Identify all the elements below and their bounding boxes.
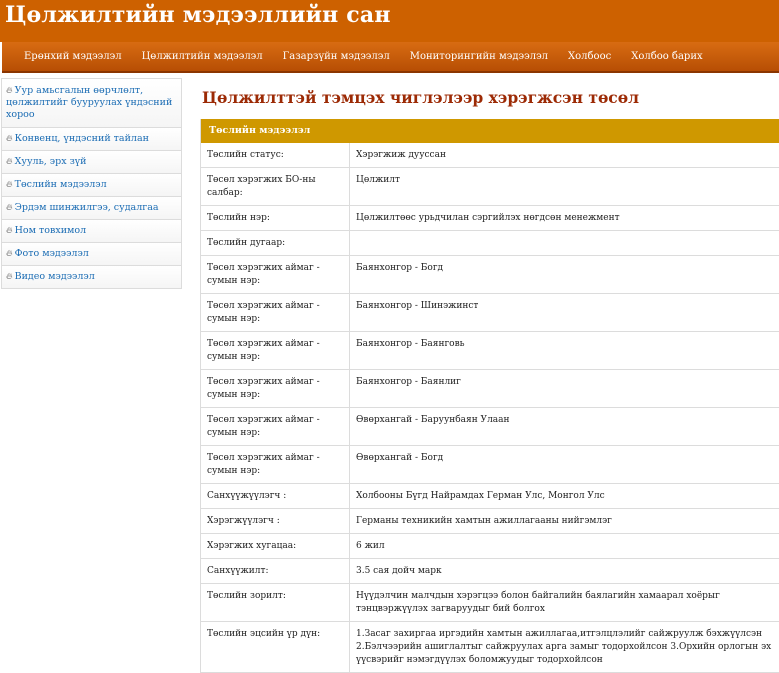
table-row: Төслийн зорилт: Нүүдэлчин малчдын хэрэгц… bbox=[201, 584, 779, 622]
nav-item-geography[interactable]: Газарзүйн мэдээлэл bbox=[273, 51, 400, 62]
row-value: Холбооны Бүгд Найрамдах Герман Улс, Монг… bbox=[350, 484, 779, 509]
row-label: Төслийн нэр: bbox=[201, 206, 350, 231]
row-label: Хэрэгжих хугацаа: bbox=[201, 534, 350, 559]
flame-icon: 🔥︎ bbox=[6, 134, 13, 144]
row-label: Төслийн дугаар: bbox=[201, 231, 350, 256]
row-value: Баянхонгор - Шинэжинст bbox=[350, 294, 779, 332]
table-row: Төсөл хэрэгжих БО-ны салбар: Цөлжилт bbox=[201, 168, 779, 206]
row-value: Өвөрхангай - Баруунбаян Улаан bbox=[350, 408, 779, 446]
flame-icon: 🔥︎ bbox=[6, 226, 13, 236]
row-value: Баянхонгор - Баянговь bbox=[350, 332, 779, 370]
row-value: 3.5 сая дойч марк bbox=[350, 559, 779, 584]
sidebar-item-label: Уур амьсгалын өөрчлөлт, цөлжилтийг бууру… bbox=[6, 85, 172, 120]
project-info-panel: Төслийн мэдээлэл Төслийн статус: Хэрэгжи… bbox=[200, 119, 779, 673]
page-title: Цөлжилттэй тэмцэх чиглэлээр хэрэгжсэн тө… bbox=[202, 88, 639, 107]
table-row: Төсөл хэрэгжих аймаг - сумын нэр: Баянхо… bbox=[201, 370, 779, 408]
table-row: Хэрэгжүүлэгч : Германы техникийн хамтын … bbox=[201, 509, 779, 534]
row-label: Төсөл хэрэгжих аймаг - сумын нэр: bbox=[201, 332, 350, 370]
table-row: Төсөл хэрэгжих аймаг - сумын нэр: Өвөрха… bbox=[201, 408, 779, 446]
row-value: Цөлжилтөөс урьдчилан сэргийлэх нөгдсөн м… bbox=[350, 206, 779, 231]
sidebar-item-label: Эрдэм шинжилгээ, судалгаа bbox=[15, 202, 159, 213]
row-label: Төсөл хэрэгжих аймаг - сумын нэр: bbox=[201, 446, 350, 484]
sidebar-item-projects[interactable]: 🔥︎Төслийн мэдээлэл bbox=[2, 174, 181, 197]
table-row: Төсөл хэрэгжих аймаг - сумын нэр: Өвөрха… bbox=[201, 446, 779, 484]
row-label: Хэрэгжүүлэгч : bbox=[201, 509, 350, 534]
flame-icon: 🔥︎ bbox=[6, 180, 13, 190]
sidebar-item-label: Ном товхимол bbox=[15, 225, 87, 236]
flame-icon: 🔥︎ bbox=[6, 86, 13, 96]
flame-icon: 🔥︎ bbox=[6, 249, 13, 259]
row-label: Төсөл хэрэгжих аймаг - сумын нэр: bbox=[201, 370, 350, 408]
nav-item-desertification[interactable]: Цөлжилтийн мэдээлэл bbox=[132, 51, 273, 62]
table-row: Төсөл хэрэгжих аймаг - сумын нэр: Баянхо… bbox=[201, 332, 779, 370]
row-label: Төслийн зорилт: bbox=[201, 584, 350, 622]
site-title[interactable]: Цөлжилтийн мэдээллийн сан bbox=[5, 2, 391, 28]
table-row: Төслийн эцсийн үр дүн: 1.Засаг захиргаа … bbox=[201, 622, 779, 673]
site-header: Цөлжилтийн мэдээллийн сан bbox=[0, 0, 779, 42]
row-value: Цөлжилт bbox=[350, 168, 779, 206]
table-row: Төсөл хэрэгжих аймаг - сумын нэр: Баянхо… bbox=[201, 256, 779, 294]
row-label: Төсөл хэрэгжих аймаг - сумын нэр: bbox=[201, 256, 350, 294]
row-label: Санхүүжүүлэгч : bbox=[201, 484, 350, 509]
row-label: Төсөл хэрэгжих аймаг - сумын нэр: bbox=[201, 408, 350, 446]
sidebar-item-law[interactable]: 🔥︎Хууль, эрх зүй bbox=[2, 151, 181, 174]
table-row: Төслийн дугаар: bbox=[201, 231, 779, 256]
table-row: Хэрэгжих хугацаа: 6 жил bbox=[201, 534, 779, 559]
row-label: Санхүүжилт: bbox=[201, 559, 350, 584]
sidebar-item-label: Конвенц, үндэсний тайлан bbox=[15, 133, 149, 144]
nav-item-monitoring[interactable]: Мониторингийн мэдээлэл bbox=[400, 51, 558, 62]
table-row: Санхүүжүүлэгч : Холбооны Бүгд Найрамдах … bbox=[201, 484, 779, 509]
sidebar-item-label: Видео мэдээлэл bbox=[15, 271, 95, 282]
sidebar-item-convention[interactable]: 🔥︎Конвенц, үндэсний тайлан bbox=[2, 128, 181, 151]
sidebar-item-research[interactable]: 🔥︎Эрдэм шинжилгээ, судалгаа bbox=[2, 197, 181, 220]
flame-icon: 🔥︎ bbox=[6, 157, 13, 167]
row-label: Төслийн статус: bbox=[201, 143, 350, 168]
row-value: Баянхонгор - Баянлиг bbox=[350, 370, 779, 408]
table-row: Төсөл хэрэгжих аймаг - сумын нэр: Баянхо… bbox=[201, 294, 779, 332]
row-value: Германы техникийн хамтын ажиллагааны ний… bbox=[350, 509, 779, 534]
row-value bbox=[350, 231, 779, 256]
sidebar-item-label: Төслийн мэдээлэл bbox=[15, 179, 107, 190]
project-info-table: Төслийн статус: Хэрэгжиж дууссан Төсөл х… bbox=[201, 143, 779, 673]
row-label: Төслийн эцсийн үр дүн: bbox=[201, 622, 350, 673]
row-label: Төсөл хэрэгжих БО-ны салбар: bbox=[201, 168, 350, 206]
sidebar-item-books[interactable]: 🔥︎Ном товхимол bbox=[2, 220, 181, 243]
sidebar-item-committee[interactable]: 🔥︎Уур амьсгалын өөрчлөлт, цөлжилтийг буу… bbox=[2, 79, 181, 128]
table-row: Төслийн статус: Хэрэгжиж дууссан bbox=[201, 143, 779, 168]
sidebar: 🔥︎Уур амьсгалын өөрчлөлт, цөлжилтийг буу… bbox=[1, 78, 182, 289]
table-row: Санхүүжилт: 3.5 сая дойч марк bbox=[201, 559, 779, 584]
nav-item-links[interactable]: Холбоос bbox=[558, 51, 621, 62]
row-label: Төсөл хэрэгжих аймаг - сумын нэр: bbox=[201, 294, 350, 332]
nav-item-general[interactable]: Ерөнхий мэдээлэл bbox=[2, 51, 132, 62]
row-value: 6 жил bbox=[350, 534, 779, 559]
main-nav: Ерөнхий мэдээлэл Цөлжилтийн мэдээлэл Газ… bbox=[2, 42, 779, 73]
flame-icon: 🔥︎ bbox=[6, 203, 13, 213]
sidebar-item-label: Хууль, эрх зүй bbox=[15, 156, 87, 167]
row-value: Хэрэгжиж дууссан bbox=[350, 143, 779, 168]
sidebar-item-label: Фото мэдээлэл bbox=[15, 248, 89, 259]
nav-item-contact[interactable]: Холбоо барих bbox=[621, 51, 712, 62]
row-value: Өвөрхангай - Богд bbox=[350, 446, 779, 484]
row-value: Нүүдэлчин малчдын хэрэгцээ болон байгали… bbox=[350, 584, 779, 622]
row-value: Баянхонгор - Богд bbox=[350, 256, 779, 294]
table-row: Төслийн нэр: Цөлжилтөөс урьдчилан сэргий… bbox=[201, 206, 779, 231]
row-value: 1.Засаг захиргаа иргэдийн хамтын ажиллаг… bbox=[350, 622, 779, 673]
sidebar-item-photos[interactable]: 🔥︎Фото мэдээлэл bbox=[2, 243, 181, 266]
sidebar-item-videos[interactable]: 🔥︎Видео мэдээлэл bbox=[2, 266, 181, 289]
flame-icon: 🔥︎ bbox=[6, 272, 13, 282]
panel-header: Төслийн мэдээлэл bbox=[201, 119, 779, 143]
